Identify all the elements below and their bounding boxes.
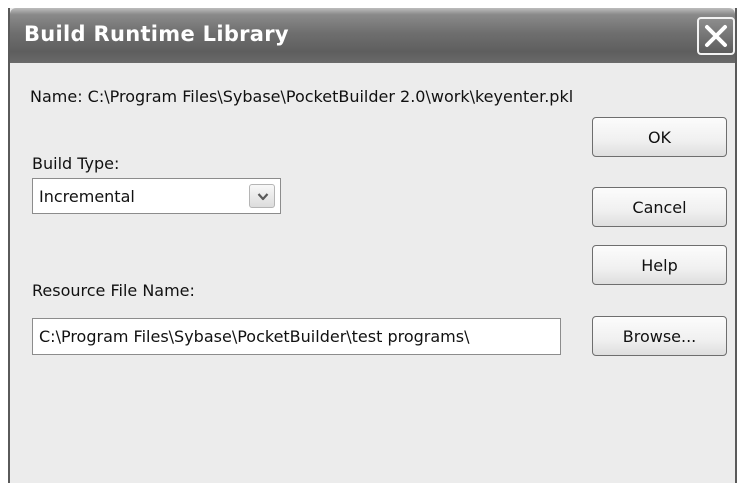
build-type-select[interactable]: Incremental [32,178,281,214]
close-icon [705,25,727,47]
name-label: Name: C:\Program Files\Sybase\PocketBuil… [30,87,574,106]
close-button[interactable] [697,17,735,55]
chevron-down-icon [257,193,269,201]
resource-file-name-input[interactable] [32,318,561,355]
help-button[interactable]: Help [592,245,727,285]
resource-file-name-label: Resource File Name: [32,281,195,300]
cancel-button[interactable]: Cancel [592,187,727,227]
title-bar[interactable]: Build Runtime Library [10,8,735,63]
ok-button[interactable]: OK [592,117,727,157]
build-type-label: Build Type: [32,154,120,173]
build-runtime-library-dialog: Build Runtime Library Name: C:\Program F… [8,8,737,483]
build-type-value: Incremental [39,187,135,206]
window-title: Build Runtime Library [24,22,289,46]
dropdown-button[interactable] [249,184,275,208]
browse-button[interactable]: Browse... [592,316,727,356]
